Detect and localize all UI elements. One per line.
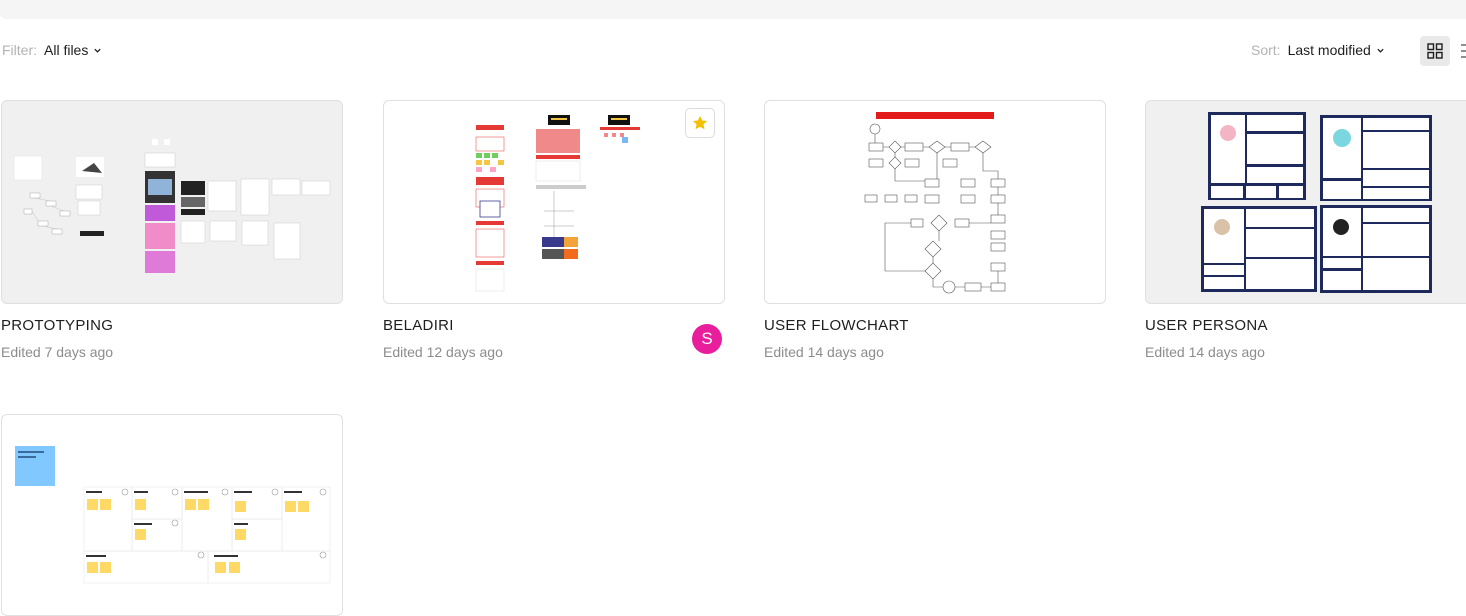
file-card[interactable]: USER FLOWCHART Edited 14 days ago [764, 100, 1106, 360]
file-thumbnail [1145, 100, 1466, 304]
file-card[interactable]: USER PERSONA Edited 14 days ago [1145, 100, 1466, 360]
toolbar: Filter: All files Sort: Last modified [0, 38, 1466, 62]
file-title: USER PERSONA [1145, 317, 1268, 334]
grid-view-button[interactable] [1420, 36, 1450, 66]
sort-label: Sort: [1251, 42, 1281, 58]
list-view-icon [1461, 44, 1466, 58]
star-icon [692, 115, 708, 130]
file-edited: Edited 14 days ago [764, 344, 884, 360]
file-edited: Edited 12 days ago [383, 344, 503, 360]
avatar[interactable]: S [692, 324, 722, 354]
chevron-down-icon [1377, 48, 1384, 53]
file-title: PROTOTYPING [1, 317, 114, 334]
file-title: USER FLOWCHART [764, 317, 909, 334]
filter-dropdown[interactable]: All files [44, 42, 102, 58]
list-view-button[interactable] [1459, 40, 1466, 62]
file-thumbnail [764, 100, 1106, 304]
grid-view-icon [1427, 43, 1443, 59]
filter: Filter: All files [2, 42, 102, 58]
sort-value: Last modified [1287, 42, 1371, 58]
file-title: BELADIRI [383, 317, 454, 334]
filter-value: All files [44, 42, 89, 58]
file-edited: Edited 14 days ago [1145, 344, 1265, 360]
file-thumbnail [1, 414, 343, 616]
sort: Sort: Last modified [1251, 42, 1385, 58]
filter-label: Filter: [2, 42, 37, 58]
top-search-bar[interactable] [0, 0, 1466, 19]
file-thumbnail [1, 100, 343, 304]
favorite-button[interactable] [685, 108, 715, 138]
file-card[interactable] [1, 414, 343, 616]
file-edited: Edited 7 days ago [1, 344, 114, 360]
sort-dropdown[interactable]: Last modified [1288, 42, 1385, 58]
file-thumbnail [383, 100, 725, 304]
chevron-down-icon [94, 48, 102, 53]
file-card[interactable]: BELADIRI Edited 12 days ago S [383, 100, 725, 360]
file-card[interactable]: PROTOTYPING Edited 7 days ago [1, 100, 343, 360]
